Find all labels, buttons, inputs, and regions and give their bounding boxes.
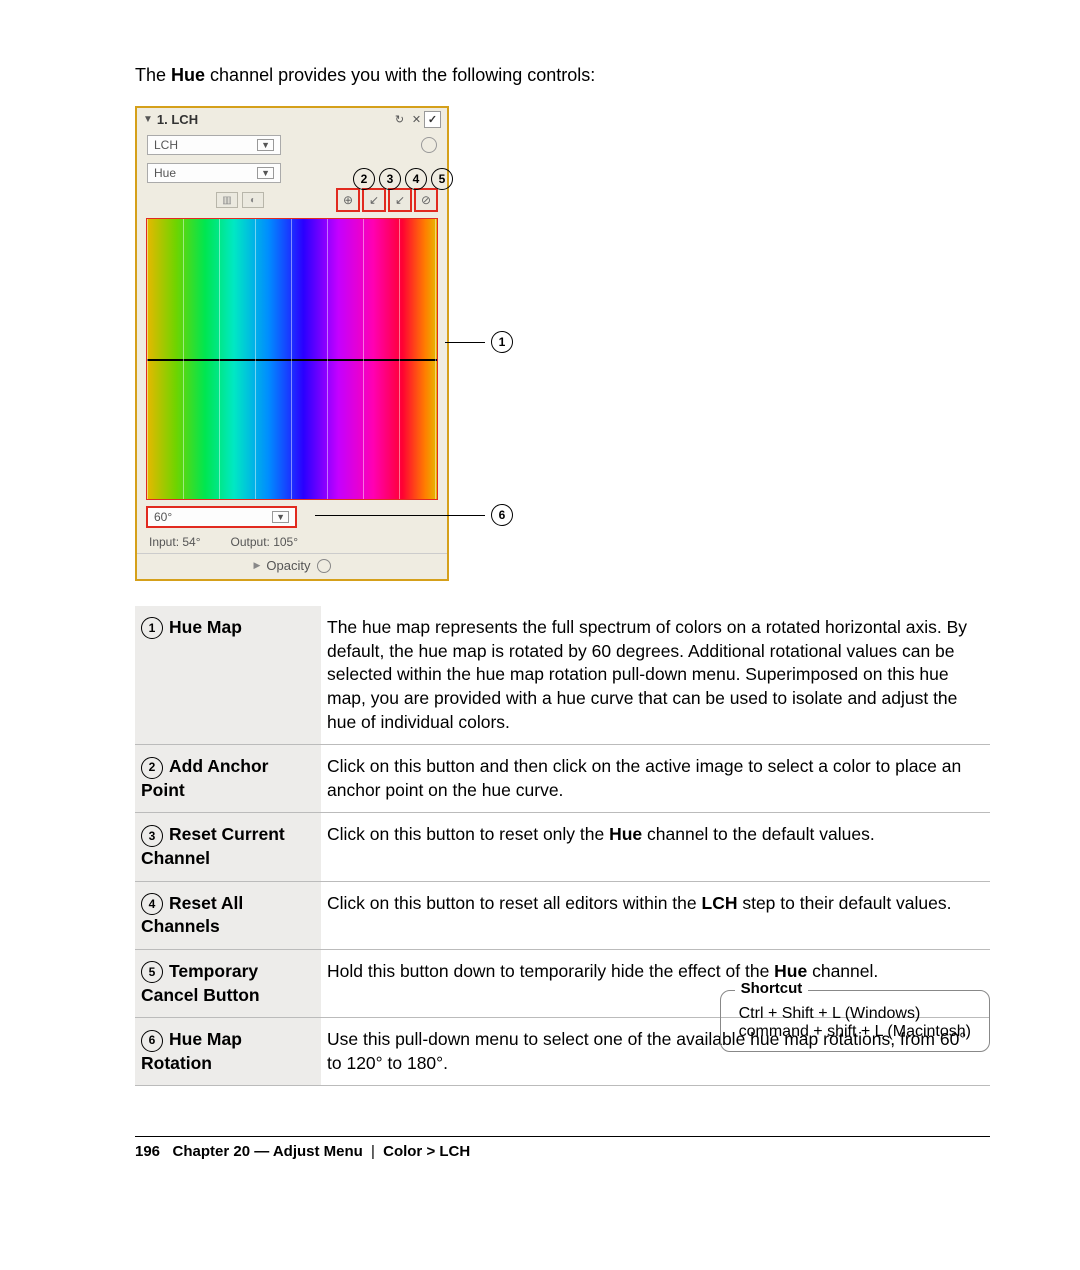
output-readout: Output: 105° — [231, 535, 299, 549]
opacity-row[interactable]: ▶Opacity — [137, 553, 447, 579]
input-readout: Input: 54° — [149, 535, 201, 549]
shortcut-box: Shortcut Ctrl + Shift + L (Windows) comm… — [720, 990, 990, 1052]
histogram-icon[interactable]: ▥ — [216, 192, 238, 208]
shortcut-mac: command + shift + L (Macintosh) — [739, 1023, 971, 1041]
row-label: 5Temporary Cancel Button — [135, 949, 321, 1017]
page-footer: 196 Chapter 20 — Adjust Menu | Color > L… — [135, 1136, 990, 1160]
shortcut-windows: Ctrl + Shift + L (Windows) — [739, 1005, 971, 1023]
row-label: 6Hue Map Rotation — [135, 1018, 321, 1086]
mini-toolbar: ▥ ◐ ⊕ ↙ ↙ ⊘ — [137, 187, 447, 219]
row-label: 4Reset All Channels — [135, 881, 321, 949]
rotation-select[interactable]: 60°▼ — [147, 507, 296, 527]
contrast-icon[interactable]: ◐ — [242, 192, 264, 208]
reset-current-button[interactable]: ↙ — [363, 189, 385, 211]
callout-1: 1 — [445, 331, 513, 353]
reset-all-button[interactable]: ↙ — [389, 189, 411, 211]
channel-select[interactable]: Hue▼ — [147, 163, 281, 183]
enable-checkbox[interactable]: ✓ — [424, 111, 441, 128]
row-desc: Click on this button to reset all editor… — [321, 881, 990, 949]
top-callouts: 2 3 4 5 — [353, 168, 453, 190]
disclosure-icon[interactable]: ▼ — [143, 114, 153, 125]
add-anchor-button[interactable]: ⊕ — [337, 189, 359, 211]
refresh-icon[interactable]: ↻ — [392, 112, 407, 127]
row-label: 3Reset Current Channel — [135, 813, 321, 881]
row-label: 2Add Anchor Point — [135, 745, 321, 813]
intro-text: The Hue channel provides you with the fo… — [135, 65, 990, 86]
callout-6: 6 — [315, 504, 513, 526]
panel-title: 1. LCH — [157, 112, 198, 127]
hue-map[interactable] — [147, 219, 437, 499]
row-desc: The hue map represents the full spectrum… — [321, 606, 990, 745]
temp-cancel-button[interactable]: ⊘ — [415, 189, 437, 211]
panel-titlebar: ▼ 1. LCH ↻ ✕ ✓ — [137, 108, 447, 131]
preview-icon[interactable] — [421, 137, 437, 153]
row-desc: Click on this button and then click on t… — [321, 745, 990, 813]
row-label: 1Hue Map — [135, 606, 321, 745]
figure: ▼ 1. LCH ↻ ✕ ✓ LCH▼ Hue▼ ▥ ◐ ⊕ ↙ ↙ ⊘ — [135, 106, 495, 581]
close-icon[interactable]: ✕ — [409, 112, 424, 127]
mode-select[interactable]: LCH▼ — [147, 135, 281, 155]
row-desc: Click on this button to reset only the H… — [321, 813, 990, 881]
